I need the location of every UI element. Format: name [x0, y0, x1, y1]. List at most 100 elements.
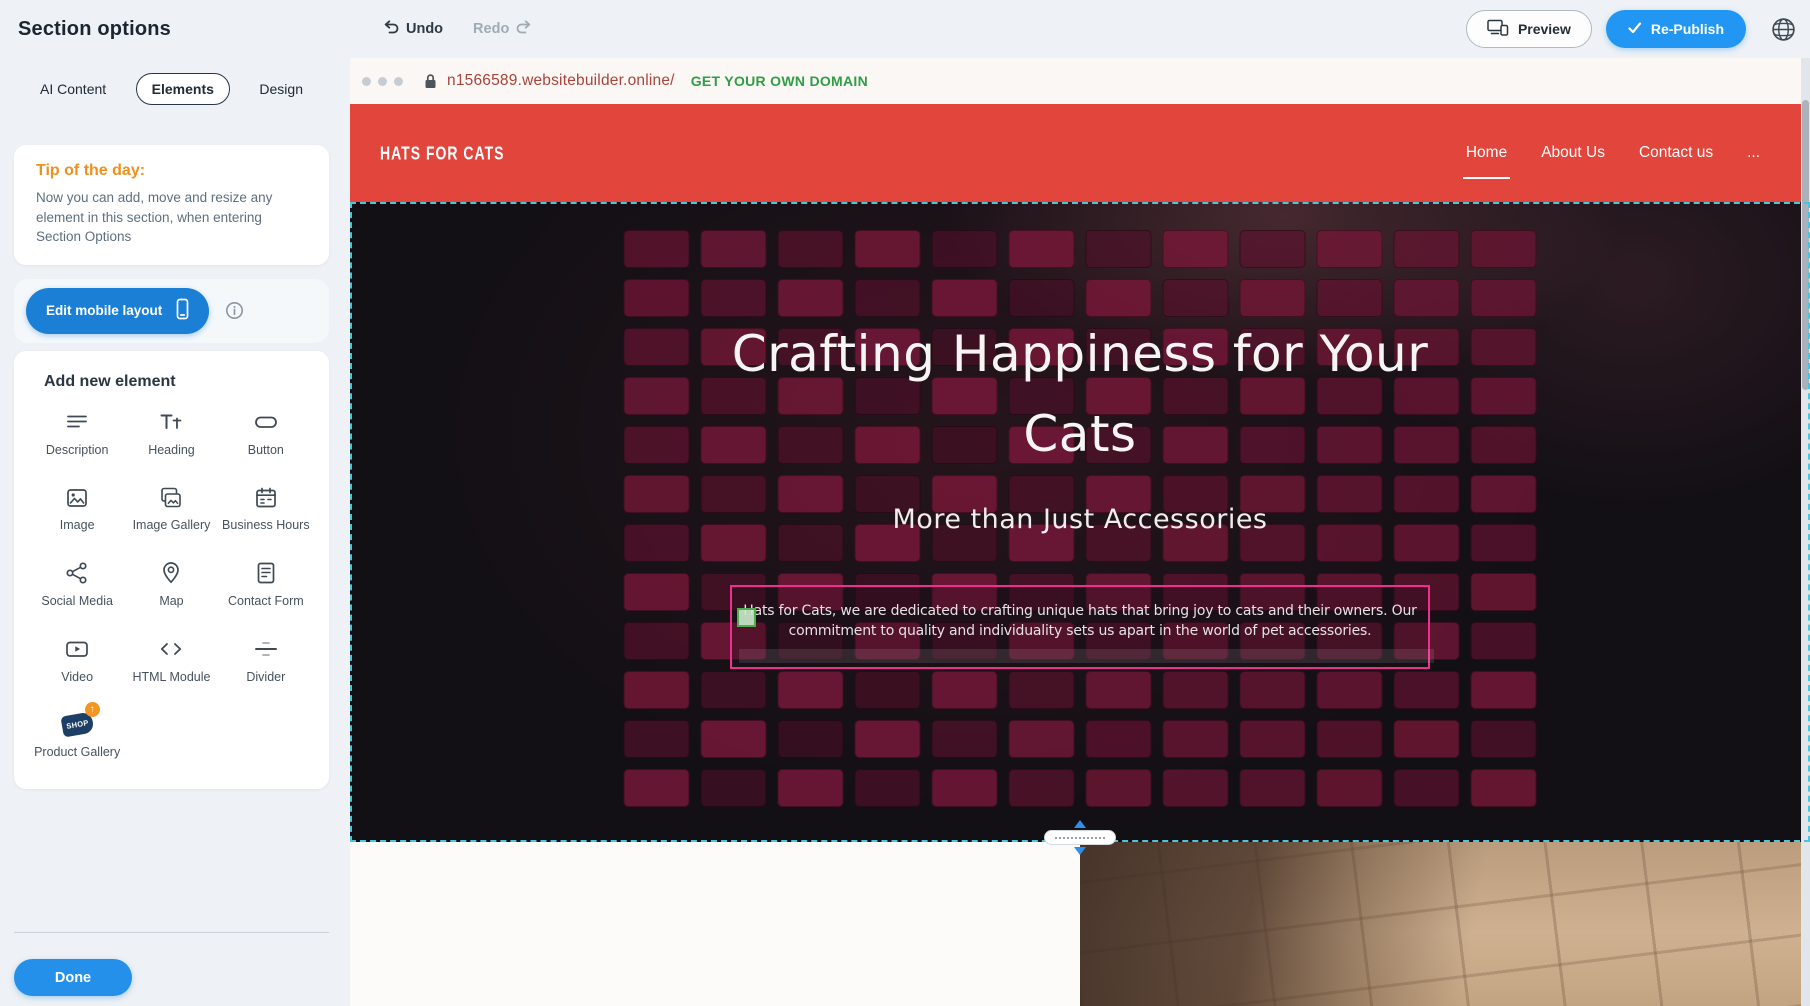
info-icon[interactable]	[225, 301, 244, 320]
element-heading[interactable]: Heading	[127, 409, 215, 459]
add-element-panel: Add new element Description Heading	[14, 351, 329, 789]
tab-elements[interactable]: Elements	[136, 73, 230, 105]
hero-tile	[855, 769, 921, 807]
hero-tile	[778, 720, 844, 758]
hero-tile	[701, 671, 767, 709]
selected-paragraph-box[interactable]: Hats for Cats, we are dedicated to craft…	[730, 585, 1430, 669]
resize-arrow-down-icon	[1074, 847, 1086, 855]
add-element-title: Add new element	[44, 373, 313, 391]
element-html-module[interactable]: HTML Module	[127, 636, 215, 686]
preview-button[interactable]: Preview	[1466, 10, 1592, 48]
site-logo[interactable]: Hats for Cats	[380, 142, 504, 164]
browser-dot	[362, 77, 371, 86]
browser-dots	[362, 77, 403, 86]
hero-tile	[1471, 671, 1537, 709]
topbar: Section options Undo Redo Preview	[0, 0, 1810, 58]
republish-button[interactable]: Re-Publish	[1606, 10, 1746, 48]
hero-tile	[1240, 769, 1306, 807]
section-resize-handle[interactable]	[1044, 820, 1116, 855]
element-label: Button	[248, 443, 284, 459]
tab-ai-content[interactable]: AI Content	[24, 73, 122, 105]
hero-tile	[1317, 769, 1383, 807]
hero-heading[interactable]: Crafting Happiness for Your Cats	[730, 314, 1430, 474]
element-label: Social Media	[41, 594, 113, 610]
hero-tile	[932, 671, 998, 709]
image-gallery-icon	[158, 484, 184, 511]
hero-tile	[1240, 671, 1306, 709]
video-icon	[64, 636, 90, 663]
sidebar-tabs: AI Content Elements Design	[14, 73, 329, 105]
map-icon	[158, 560, 184, 587]
element-description[interactable]: Description	[33, 409, 121, 459]
hero-tile	[1317, 720, 1383, 758]
check-icon	[1628, 21, 1642, 37]
hero-tile	[1394, 671, 1460, 709]
hero-tile	[624, 769, 690, 807]
element-business-hours[interactable]: Business Hours	[222, 484, 310, 534]
hero-tile	[1471, 769, 1537, 807]
next-section-photo	[1080, 842, 1810, 1006]
element-video[interactable]: Video	[33, 636, 121, 686]
devices-icon	[1487, 19, 1509, 39]
resize-dotted-line	[1055, 837, 1105, 839]
edit-mobile-layout-button[interactable]: Edit mobile layout	[26, 288, 209, 334]
sidebar-divider	[14, 932, 329, 933]
element-image[interactable]: Image	[33, 484, 121, 534]
sidebar: AI Content Elements Design Tip of the da…	[0, 58, 350, 1006]
hero-tile	[1009, 769, 1075, 807]
element-label: Description	[46, 443, 109, 459]
shop-badge-label: SHOP	[65, 718, 89, 731]
editor-canvas: n1566589.websitebuilder.online/ GET YOUR…	[350, 58, 1810, 1006]
upgrade-arrow-badge: ↑	[85, 702, 100, 717]
hero-tile	[1163, 769, 1229, 807]
hero-subheading[interactable]: More than Just Accessories	[893, 504, 1268, 535]
nav-contact-us[interactable]: Contact us	[1637, 142, 1715, 164]
redo-button[interactable]: Redo	[473, 20, 533, 39]
element-divider[interactable]: Divider	[222, 636, 310, 686]
product-gallery-icon: SHOP ↑	[62, 711, 93, 738]
element-contact-form[interactable]: Contact Form	[222, 560, 310, 610]
site-url: n1566589.websitebuilder.online/	[447, 72, 675, 90]
preview-label: Preview	[1518, 21, 1571, 37]
hero-paragraph[interactable]: Hats for Cats, we are dedicated to craft…	[742, 601, 1418, 641]
element-button[interactable]: Button	[222, 409, 310, 459]
element-map[interactable]: Map	[127, 560, 215, 610]
get-domain-link[interactable]: GET YOUR OWN DOMAIN	[691, 73, 868, 89]
undo-icon	[382, 20, 399, 39]
nav-home[interactable]: Home	[1464, 142, 1509, 164]
element-product-gallery[interactable]: SHOP ↑ Product Gallery	[33, 711, 121, 761]
element-social-media[interactable]: Social Media	[33, 560, 121, 610]
element-label: Map	[159, 594, 183, 610]
hero-tile	[778, 769, 844, 807]
html-module-icon	[158, 636, 184, 663]
element-label: Image	[60, 518, 95, 534]
republish-label: Re-Publish	[1651, 21, 1724, 37]
nav-more[interactable]: ...	[1745, 142, 1762, 164]
browser-dot	[378, 77, 387, 86]
hero-tile	[855, 671, 921, 709]
nav-about-us[interactable]: About Us	[1539, 142, 1607, 164]
heading-icon	[158, 409, 184, 436]
undo-button[interactable]: Undo	[382, 20, 443, 39]
site-header[interactable]: Hats for Cats Home About Us Contact us .…	[350, 104, 1810, 202]
selection-handle[interactable]	[737, 608, 756, 627]
social-media-icon	[64, 560, 90, 587]
redo-label: Redo	[473, 21, 509, 37]
browser-bar: n1566589.websitebuilder.online/ GET YOUR…	[350, 58, 1810, 104]
hero-tile	[1009, 671, 1075, 709]
element-label: HTML Module	[132, 670, 210, 686]
element-label: Video	[61, 670, 93, 686]
sidebar-footer: Done	[14, 932, 329, 1006]
element-label: Image Gallery	[133, 518, 211, 534]
resize-arrow-up-icon	[1074, 820, 1086, 828]
element-label: Product Gallery	[34, 745, 120, 761]
hero-section[interactable]: Crafting Happiness for Your Cats More th…	[350, 202, 1810, 842]
done-button[interactable]: Done	[14, 959, 132, 996]
element-image-gallery[interactable]: Image Gallery	[127, 484, 215, 534]
language-globe-icon[interactable]	[1768, 14, 1798, 44]
element-grid: Description Heading Button	[30, 409, 313, 761]
hero-tile	[1163, 720, 1229, 758]
element-label: Business Hours	[222, 518, 310, 534]
divider-icon	[253, 636, 279, 663]
tab-design[interactable]: Design	[243, 73, 319, 105]
